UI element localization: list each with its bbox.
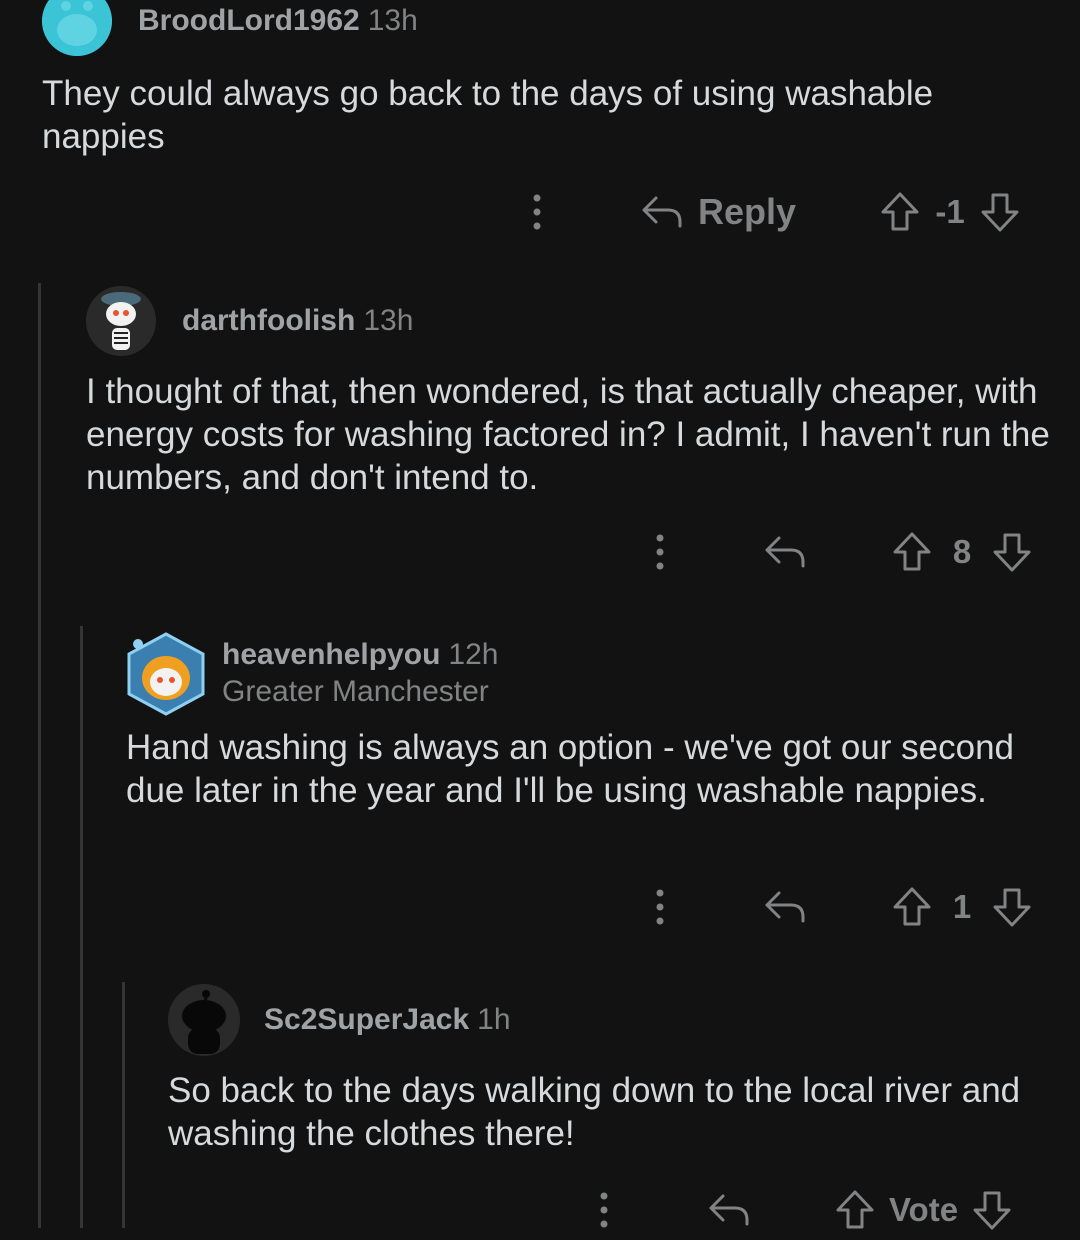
reply-label: Reply [698,191,797,232]
more-vertical-icon [656,534,664,570]
timestamp: 13h [367,4,418,37]
downvote-arrow-icon[interactable] [990,885,1034,929]
comment-header: darthfoolish 13h [86,286,1080,356]
more-options-button[interactable] [520,190,554,234]
comment-meta: darthfoolish 13h [182,303,413,339]
more-vertical-icon [600,1192,608,1228]
comment-actions: 1 [0,877,1080,937]
avatar[interactable] [168,984,240,1056]
thread-line-level-1[interactable] [38,283,41,1228]
more-vertical-icon [656,889,664,925]
comment-heavenhelpyou: heavenhelpyou 12h Greater Manchester Hand… [126,632,1080,812]
reply-arrow-icon [709,1194,749,1226]
comment-actions: 8 [0,522,1080,582]
timestamp: 13h [363,304,414,337]
comment-body: Hand washing is always an option - we've… [126,728,1015,810]
reply-button[interactable] [707,1188,751,1232]
upvote-arrow-icon[interactable] [833,1188,877,1232]
upvote-arrow-icon[interactable] [878,190,922,234]
comment-header: Sc2SuperJack 1h [168,984,1080,1056]
comment-actions: Reply -1 [0,182,1080,242]
vote-score: 1 [952,888,972,925]
upvote-arrow-icon[interactable] [890,885,934,929]
downvote-arrow-icon[interactable] [978,190,1022,234]
meta-line: Sc2SuperJack 1h [264,1002,511,1038]
snoo-avatar-icon [42,0,112,56]
comment-broodlord1962: BroodLord1962 13h They could always go ba… [42,0,1080,158]
more-options-button[interactable] [643,530,677,574]
comment-body: They could always go back to the days of… [42,74,934,156]
avatar[interactable] [42,0,112,56]
vote-controls: Vote [833,1188,1014,1232]
comment-actions: Vote [0,1180,1080,1240]
reply-button[interactable] [763,885,807,929]
username[interactable]: BroodLord1962 [138,4,360,37]
comment-sc2superjack: Sc2SuperJack 1h So back to the days walki… [168,984,1080,1155]
reply-arrow-icon [642,196,682,228]
username[interactable]: Sc2SuperJack [264,1003,469,1036]
comment-meta: Sc2SuperJack 1h [264,1002,511,1038]
downvote-arrow-icon[interactable] [970,1188,1014,1232]
timestamp: 12h [448,638,499,671]
comment-header: BroodLord1962 13h [42,0,1080,56]
avatar[interactable] [86,286,156,356]
comment-header: heavenhelpyou 12h Greater Manchester [126,632,1080,716]
vote-score: 8 [952,533,972,570]
reply-button[interactable]: Reply [640,190,796,234]
more-vertical-icon [533,194,541,230]
comment-body: So back to the days walking down to the … [168,1071,1021,1153]
meta-line: darthfoolish 13h [182,303,413,339]
comment-meta: BroodLord1962 13h [138,3,418,39]
username[interactable]: heavenhelpyou [222,638,440,671]
default-snoo-avatar-icon [168,984,240,1056]
username[interactable]: darthfoolish [182,304,355,337]
vote-controls: -1 [878,190,1022,234]
vote-controls: 8 [890,530,1034,574]
hexagon-snoo-avatar-icon [127,632,205,716]
comment-darthfoolish: darthfoolish 13h I thought of that, then … [86,286,1080,499]
snoo-skeleton-avatar-icon [86,286,156,356]
user-flair: Greater Manchester [222,675,489,708]
comment-meta: heavenhelpyou 12h Greater Manchester [222,637,498,711]
more-options-button[interactable] [587,1188,621,1232]
reply-arrow-icon [765,891,805,923]
downvote-arrow-icon[interactable] [990,530,1034,574]
vote-controls: 1 [890,885,1034,929]
meta-line: BroodLord1962 13h [138,3,418,39]
vote-label: Vote [889,1191,959,1228]
more-options-button[interactable] [643,885,677,929]
upvote-arrow-icon[interactable] [890,530,934,574]
vote-score: -1 [935,193,965,230]
reply-button[interactable] [763,530,807,574]
timestamp: 1h [477,1003,511,1036]
meta-line: heavenhelpyou 12h [222,637,498,673]
reply-arrow-icon [765,536,805,568]
comment-body: I thought of that, then wondered, is tha… [86,372,1050,497]
avatar[interactable] [126,632,206,716]
